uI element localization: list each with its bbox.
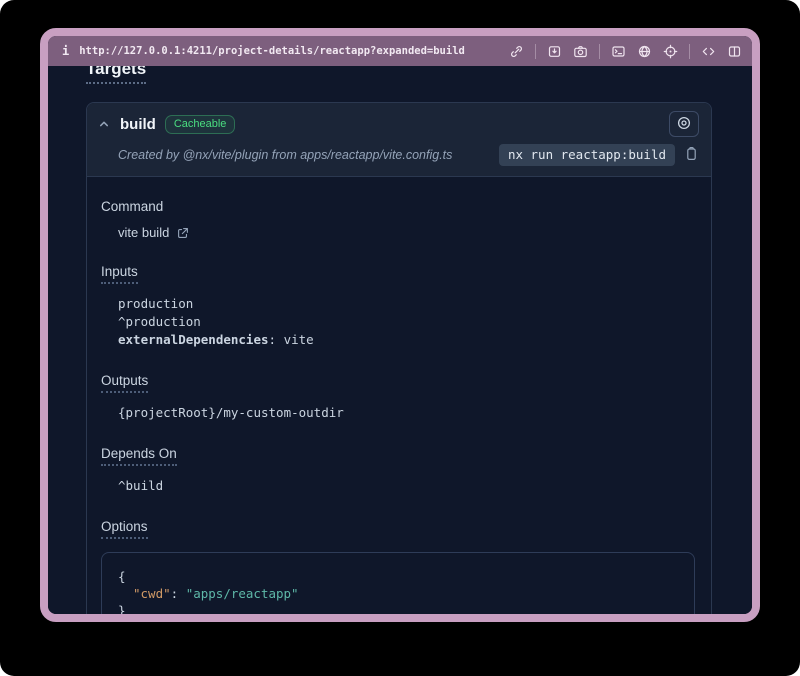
command-value: vite build: [118, 225, 695, 240]
import-icon[interactable]: [547, 44, 562, 59]
copy-command-button[interactable]: [684, 146, 699, 165]
created-by-text: Created by @nx/vite/plugin from apps/rea…: [118, 148, 452, 162]
external-link-icon[interactable]: [176, 226, 190, 240]
json-key-cwd: "cwd": [133, 586, 171, 601]
build-target-body: Command vite build Inputs: [87, 177, 711, 614]
view-target-build-button[interactable]: [669, 111, 699, 137]
section-options: Options { "cwd": "apps/reactapp" }: [101, 519, 695, 614]
section-depends-on: Depends On ^build: [101, 446, 695, 495]
inputs-heading: Inputs: [101, 264, 138, 284]
depends-on-item: ^build: [118, 477, 695, 495]
command-text: vite build: [118, 225, 169, 240]
depends-on-heading: Depends On: [101, 446, 177, 466]
command-heading: Command: [101, 199, 163, 214]
chevron-up-icon[interactable]: [97, 117, 111, 131]
url-bar: http://127.0.0.1:4211/project-details/re…: [79, 45, 465, 57]
named-input-value: vite: [284, 332, 314, 347]
toolbar-separator: [599, 44, 600, 59]
terminal-icon[interactable]: [611, 44, 626, 59]
target-card-build: build Cacheable Created by @nx/vite/plug…: [86, 102, 712, 614]
target-name-build: build: [120, 116, 156, 133]
build-target-header[interactable]: build Cacheable Created by @nx/vite/plug…: [87, 103, 711, 177]
input-item-named: externalDependencies: vite: [118, 331, 695, 349]
json-cwd-line: "cwd": "apps/reactapp": [118, 585, 678, 602]
outputs-heading: Outputs: [101, 373, 148, 393]
code-icon[interactable]: [701, 44, 716, 59]
toolbar-separator: [689, 44, 690, 59]
browser-window: i http://127.0.0.1:4211/project-details/…: [40, 28, 760, 622]
named-input-sep: :: [269, 332, 284, 347]
cacheable-badge: Cacheable: [165, 115, 236, 134]
section-outputs: Outputs {projectRoot}/my-custom-outdir: [101, 373, 695, 422]
json-value-cwd: "apps/reactapp": [186, 586, 299, 601]
section-command: Command vite build: [101, 199, 695, 240]
info-icon: i: [62, 44, 69, 58]
run-command-chip: nx run reactapp:build: [499, 144, 675, 166]
input-item: ^production: [118, 313, 695, 331]
globe-icon[interactable]: [637, 44, 652, 59]
eye-icon: [676, 115, 692, 134]
options-json-block: { "cwd": "apps/reactapp" }: [101, 552, 695, 614]
section-inputs: Inputs production ^production externalDe…: [101, 264, 695, 349]
input-item: production: [118, 295, 695, 313]
camera-icon[interactable]: [573, 44, 588, 59]
page-title: Targets: [86, 66, 146, 84]
named-input-key: externalDependencies: [118, 332, 269, 347]
crosshair-icon[interactable]: [663, 44, 678, 59]
options-heading: Options: [101, 519, 148, 539]
json-close-brace: }: [118, 602, 678, 614]
link-icon[interactable]: [509, 44, 524, 59]
sidebar-icon[interactable]: [727, 44, 742, 59]
json-open-brace: {: [118, 568, 678, 585]
screenshot-background: i http://127.0.0.1:4211/project-details/…: [0, 0, 800, 676]
clipboard-icon: [684, 146, 699, 165]
browser-toolbar: i http://127.0.0.1:4211/project-details/…: [48, 36, 752, 66]
project-details-page: Targets build Cacheable: [48, 66, 752, 614]
output-item: {projectRoot}/my-custom-outdir: [118, 404, 695, 422]
toolbar-actions: [509, 44, 742, 59]
json-sep: :: [171, 586, 186, 601]
toolbar-separator: [535, 44, 536, 59]
